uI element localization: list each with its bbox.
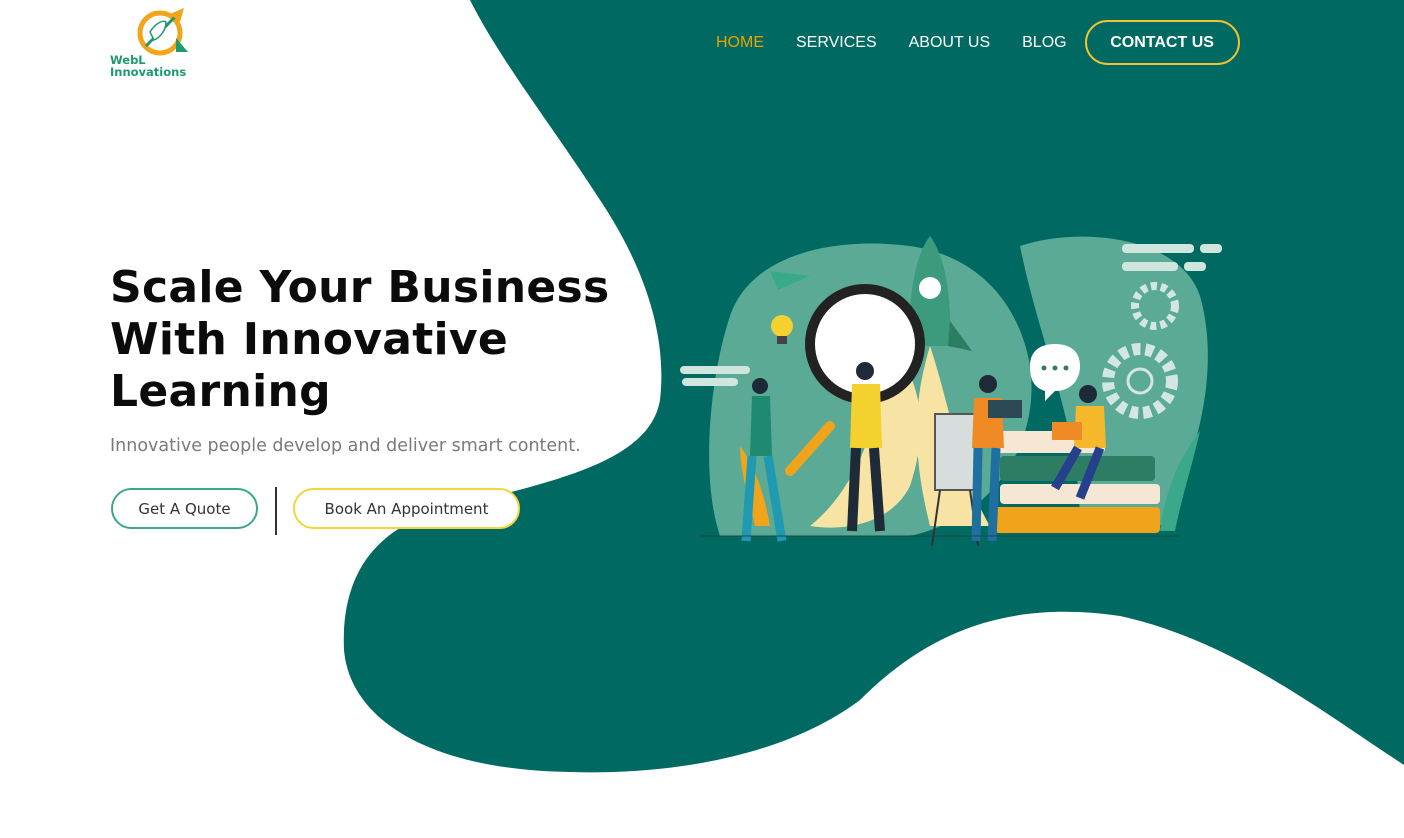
nav-services[interactable]: SERVICES (796, 34, 877, 52)
nav-blog[interactable]: BLOG (1022, 34, 1066, 52)
contact-us-button[interactable]: CONTACT US (1084, 20, 1240, 65)
hero-subtitle: Innovative people develop and deliver sm… (110, 436, 581, 456)
main-nav: HOME SERVICES ABOUT US BLOG CONTACT US (700, 20, 1240, 65)
nav-about-us[interactable]: ABOUT US (909, 34, 991, 52)
logo-text: WebL Innovations (110, 53, 187, 79)
button-divider (275, 487, 277, 535)
hero-title: Scale Your Business With Innovative Lear… (110, 262, 610, 417)
get-quote-button[interactable]: Get A Quote (111, 488, 258, 529)
brand-logo[interactable]: WebL Innovations (108, 8, 198, 84)
rocket-target-icon (137, 8, 188, 56)
team-launching-rocket-illustration (680, 236, 1222, 547)
nav-home[interactable]: HOME (716, 34, 764, 52)
book-appointment-button[interactable]: Book An Appointment (293, 488, 520, 529)
